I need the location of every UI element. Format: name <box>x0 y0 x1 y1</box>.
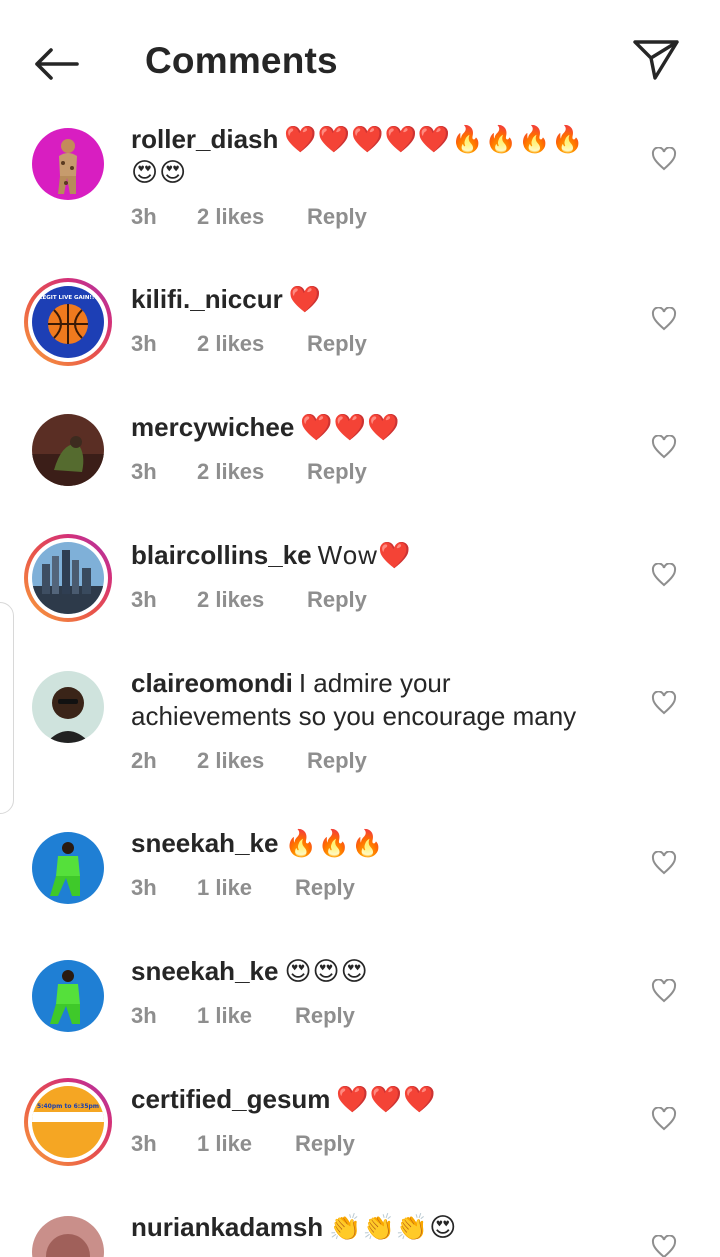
comment-time: 3h <box>131 1131 157 1156</box>
comment-text: sneekah_ke 🔥🔥🔥 <box>131 827 611 860</box>
avatar[interactable] <box>32 1216 104 1257</box>
avatar[interactable] <box>32 832 104 904</box>
like-button[interactable] <box>649 304 679 334</box>
avatar[interactable]: 5:40pm to 6:35pm <box>24 1078 112 1166</box>
avatar[interactable] <box>32 414 104 486</box>
reply-button[interactable]: Reply <box>307 748 367 774</box>
heart-outline-icon <box>651 1107 677 1131</box>
like-button[interactable] <box>649 848 679 878</box>
comment-text: kilifi._niccur ❤️ <box>131 283 611 316</box>
page-title: Comments <box>145 40 338 81</box>
comment-likes[interactable]: 2 likes <box>197 331 307 357</box>
comment-username[interactable]: certified_gesum <box>131 1084 330 1114</box>
like-button[interactable] <box>649 144 679 174</box>
like-button[interactable] <box>649 1232 679 1257</box>
comment-text: certified_gesum ❤️❤️❤️ <box>131 1083 611 1116</box>
avatar-caption: 5:40pm to 6:35pm <box>37 1103 99 1110</box>
reply-button[interactable]: Reply <box>295 1131 355 1157</box>
avatar[interactable]: LEGIT LIVE GAIN!!! <box>24 278 112 366</box>
back-button[interactable] <box>26 38 84 90</box>
heart-outline-icon <box>651 563 677 587</box>
comment-username[interactable]: kilifi._niccur <box>131 284 283 314</box>
reply-button[interactable]: Reply <box>295 875 355 901</box>
heart-outline-icon <box>651 147 677 171</box>
comment-body: Wow❤️ <box>317 540 412 570</box>
comment-text: roller_diash ❤️❤️❤️❤️❤️🔥🔥🔥🔥😍😍 <box>131 123 611 189</box>
comment-meta: 3h 2 likes Reply <box>131 459 367 485</box>
comment-likes[interactable]: 1 like <box>197 1003 295 1029</box>
reply-button[interactable]: Reply <box>307 331 367 357</box>
comment-likes[interactable]: 2 likes <box>197 587 307 613</box>
heart-outline-icon <box>651 435 677 459</box>
comment-text: claireomondi I admire your achievements s… <box>131 667 611 733</box>
avatar[interactable] <box>32 671 104 743</box>
comment-time: 3h <box>131 331 157 356</box>
comment-meta: 3h 2 likes Reply <box>131 204 367 230</box>
reply-button[interactable]: Reply <box>295 1003 355 1029</box>
heart-outline-icon <box>651 979 677 1003</box>
comment-username[interactable]: roller_diash <box>131 124 278 154</box>
back-arrow-icon <box>35 48 79 80</box>
avatar[interactable] <box>32 128 104 200</box>
comment-meta: 3h 1 like Reply <box>131 1131 355 1157</box>
comment-meta: 3h 1 like Reply <box>131 875 355 901</box>
reply-button[interactable]: Reply <box>307 587 367 613</box>
comment-body: 👏👏👏😍 <box>329 1212 458 1242</box>
comment-time: 3h <box>131 1003 157 1028</box>
comment-body: 😍😍😍 <box>284 956 369 986</box>
comment-body: ❤️❤️❤️ <box>300 412 401 442</box>
heart-outline-icon <box>651 851 677 875</box>
avatar[interactable] <box>24 534 112 622</box>
heart-outline-icon <box>651 691 677 715</box>
comment-body: ❤️❤️❤️ <box>336 1084 437 1114</box>
comment-likes[interactable]: 2 likes <box>197 204 307 230</box>
heart-outline-icon <box>651 1235 677 1257</box>
comment-username[interactable]: nuriankadamsh <box>131 1212 323 1242</box>
comment-meta: 2h 2 likes Reply <box>131 748 367 774</box>
comment-text: sneekah_ke 😍😍😍 <box>131 955 611 988</box>
comment-time: 3h <box>131 459 157 484</box>
like-button[interactable] <box>649 688 679 718</box>
header-bar: Comments <box>0 0 720 118</box>
comment-time: 3h <box>131 875 157 900</box>
comment-time: 3h <box>131 587 157 612</box>
avatar[interactable] <box>32 960 104 1032</box>
comment-username[interactable]: blaircollins_ke <box>131 540 312 570</box>
comment-likes[interactable]: 1 like <box>197 1131 295 1157</box>
share-button[interactable] <box>628 34 684 86</box>
comment-time: 2h <box>131 748 157 773</box>
like-button[interactable] <box>649 560 679 590</box>
comment-meta: 3h 2 likes Reply <box>131 331 367 357</box>
comment-meta: 3h 1 like Reply <box>131 1003 355 1029</box>
reply-button[interactable]: Reply <box>307 459 367 485</box>
comment-text: blaircollins_ke Wow❤️ <box>131 539 611 572</box>
like-button[interactable] <box>649 432 679 462</box>
comment-likes[interactable]: 1 like <box>197 875 295 901</box>
paper-plane-icon <box>633 40 679 80</box>
comment-likes[interactable]: 2 likes <box>197 748 307 774</box>
like-button[interactable] <box>649 1104 679 1134</box>
like-button[interactable] <box>649 976 679 1006</box>
comment-text: nuriankadamsh 👏👏👏😍 <box>131 1211 611 1244</box>
heart-outline-icon <box>651 307 677 331</box>
comment-meta: 3h 2 likes Reply <box>131 587 367 613</box>
comment-username[interactable]: mercywichee <box>131 412 294 442</box>
comment-item: nuriankadamsh 👏👏👏😍 <box>0 1206 720 1257</box>
comment-username[interactable]: sneekah_ke <box>131 828 278 858</box>
comment-username[interactable]: sneekah_ke <box>131 956 278 986</box>
avatar-caption: LEGIT LIVE GAIN!!! <box>39 295 97 301</box>
side-panel-handle[interactable] <box>0 602 14 814</box>
comment-body: ❤️ <box>288 284 323 314</box>
comment-likes[interactable]: 2 likes <box>197 459 307 485</box>
comment-text: mercywichee ❤️❤️❤️ <box>131 411 611 444</box>
comment-time: 3h <box>131 204 157 229</box>
comment-username[interactable]: claireomondi <box>131 668 293 698</box>
comment-body: 🔥🔥🔥 <box>284 828 385 858</box>
reply-button[interactable]: Reply <box>307 204 367 230</box>
